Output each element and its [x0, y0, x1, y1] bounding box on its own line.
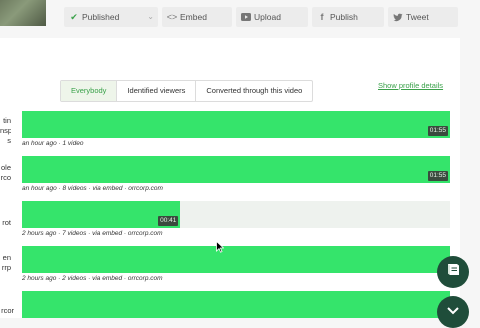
mouse-cursor-icon	[216, 241, 224, 253]
upload-button[interactable]: Upload	[236, 7, 308, 27]
watch-progress-fill	[22, 111, 450, 138]
embed-button[interactable]: <> Embed	[162, 7, 232, 27]
duration-badge: 01:55	[427, 126, 448, 136]
publish-button[interactable]: f Publish	[312, 7, 384, 27]
published-dropdown[interactable]: ✔ Published ⌄	[64, 7, 158, 27]
upload-icon	[241, 12, 251, 22]
code-icon: <>	[166, 12, 178, 22]
embed-label: Embed	[180, 12, 207, 22]
viewer-meta: 2 hours ago · 2 videos · via embed · orr…	[22, 275, 163, 282]
viewer-meta: 2 hours ago · 7 videos · via embed · orr…	[22, 230, 163, 237]
viewer-meta: an hour ago · 8 videos · via embed · orr…	[22, 185, 163, 192]
viewer-name[interactable]: rcor	[0, 306, 14, 316]
upload-label: Upload	[254, 12, 281, 22]
chevron-down-icon: ⌄	[147, 12, 154, 21]
viewer-name[interactable]: tin nsp s	[0, 116, 11, 146]
help-docs-button[interactable]	[437, 256, 469, 288]
viewer-meta: an hour ago · 1 video	[22, 140, 84, 147]
watch-progress-track[interactable]: 01:55	[22, 156, 450, 183]
viewer-filter-tabs: Everybody Identified viewers Converted t…	[60, 80, 314, 102]
check-icon: ✔	[70, 11, 78, 22]
facebook-icon: f	[320, 12, 324, 22]
watch-progress-fill	[22, 156, 450, 183]
watch-progress-track[interactable]	[22, 291, 450, 318]
collapse-button[interactable]	[437, 296, 469, 328]
publish-label: Publish	[330, 12, 358, 22]
chevron-down-icon	[446, 303, 460, 321]
viewer-name[interactable]: en rrp	[0, 253, 11, 273]
watch-progress-track[interactable]: 01:55	[22, 111, 450, 138]
twitter-icon	[393, 12, 403, 22]
watch-progress-fill	[22, 246, 450, 273]
book-icon	[445, 263, 461, 282]
watch-progress-fill: 00:41	[22, 201, 181, 228]
viewer-name[interactable]: rot	[0, 218, 11, 228]
watch-progress-fill	[22, 291, 450, 318]
watch-progress-track[interactable]: 00:41	[22, 201, 450, 228]
published-label: Published	[82, 12, 120, 22]
viewer-name[interactable]: ole rco	[0, 163, 11, 183]
tab-identified-viewers[interactable]: Identified viewers	[117, 81, 197, 101]
tweet-label: Tweet	[406, 12, 429, 22]
tab-everybody[interactable]: Everybody	[61, 81, 118, 101]
show-profile-details-link[interactable]: Show profile details	[378, 81, 443, 90]
duration-badge: 01:55	[427, 171, 448, 181]
tweet-button[interactable]: Tweet	[388, 7, 458, 27]
watch-progress-track[interactable]	[22, 246, 450, 273]
video-thumbnail[interactable]	[0, 0, 46, 26]
tab-converted[interactable]: Converted through this video	[196, 81, 312, 101]
duration-badge: 00:41	[158, 216, 179, 226]
top-toolbar: ✔ Published ⌄ <> Embed Upload f Publish …	[0, 0, 480, 36]
